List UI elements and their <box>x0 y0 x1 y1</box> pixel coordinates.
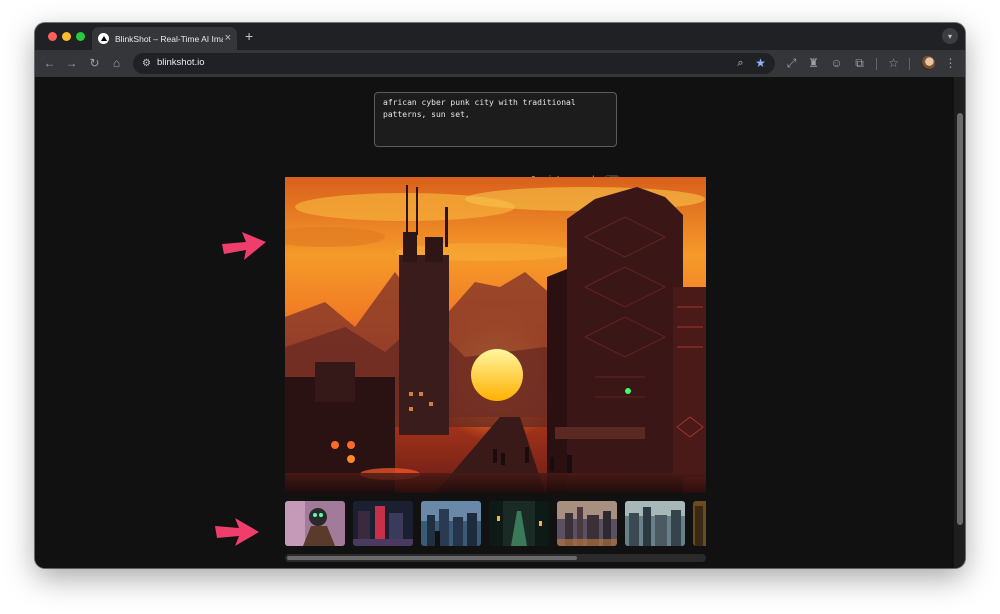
puzzle-icon[interactable]: ⧉ <box>852 56 867 71</box>
address-bar[interactable]: ⚙ blinkshot.io ⌕ ★ <box>133 53 775 74</box>
tab-title: BlinkShot – Real-Time AI Image Playgroun… <box>115 33 223 44</box>
toolbar-divider <box>909 58 910 70</box>
annotation-arrow-icon <box>222 232 266 260</box>
tab-close-icon[interactable]: × <box>225 33 231 44</box>
new-tab-button[interactable]: + <box>245 29 253 43</box>
thumbnail-5[interactable] <box>557 501 617 546</box>
menu-icon[interactable]: ⋮ <box>943 56 958 71</box>
thumbnail-2[interactable] <box>353 501 413 546</box>
reload-icon[interactable]: ↻ <box>87 56 102 71</box>
home-icon[interactable]: ⌂ <box>109 56 124 71</box>
forward-icon[interactable]: → <box>64 56 79 71</box>
zoom-icon[interactable]: ⌕ <box>733 56 748 71</box>
page-viewport: african cyber punk city with traditional… <box>35 77 965 568</box>
zoom-window-button[interactable] <box>76 32 85 41</box>
site-settings-icon[interactable]: ⚙ <box>139 56 154 71</box>
bookmark-star-icon[interactable]: ★ <box>753 56 768 71</box>
minimize-window-button[interactable] <box>62 32 71 41</box>
active-tab[interactable]: BlinkShot – Real-Time AI Image Playgroun… <box>92 27 237 50</box>
close-window-button[interactable] <box>48 32 57 41</box>
browser-toolbar: ← → ↻ ⌂ ⚙ blinkshot.io ⌕ ★ ⤢ ♜ ☺ ⧉ ☆ ⋮ <box>35 50 965 77</box>
thumbnail-scrollbar[interactable] <box>285 554 706 562</box>
page-scrollbar-thumb[interactable] <box>957 113 963 525</box>
tab-bar: BlinkShot – Real-Time AI Image Playgroun… <box>35 23 965 50</box>
thumbnail-3[interactable] <box>421 501 481 546</box>
page-scrollbar[interactable] <box>954 77 965 568</box>
thumbnail-6[interactable] <box>625 501 685 546</box>
tab-search-button[interactable]: ▾ <box>942 28 958 44</box>
thumbnail-1[interactable] <box>285 501 345 546</box>
bookmarks-icon[interactable]: ☆ <box>886 56 901 71</box>
prompt-input[interactable]: african cyber punk city with traditional… <box>374 92 617 147</box>
expand-icon[interactable]: ⤢ <box>784 56 799 71</box>
url-text[interactable]: blinkshot.io <box>157 57 205 68</box>
browser-window: BlinkShot – Real-Time AI Image Playgroun… <box>35 23 965 568</box>
back-icon[interactable]: ← <box>42 56 57 71</box>
thumbnail-strip <box>285 501 706 546</box>
generated-image <box>285 177 706 493</box>
thumbnail-4[interactable] <box>489 501 549 546</box>
thumbnail-scrollbar-thumb[interactable] <box>287 556 577 560</box>
annotation-arrow-icon <box>215 518 259 546</box>
extension-icon[interactable]: ☺ <box>829 56 844 71</box>
extension-icon[interactable]: ♜ <box>806 56 821 71</box>
toolbar-divider <box>876 58 877 70</box>
blinkshot-favicon-icon <box>98 33 109 44</box>
profile-avatar[interactable] <box>921 56 935 70</box>
thumbnail-7[interactable] <box>693 501 706 546</box>
